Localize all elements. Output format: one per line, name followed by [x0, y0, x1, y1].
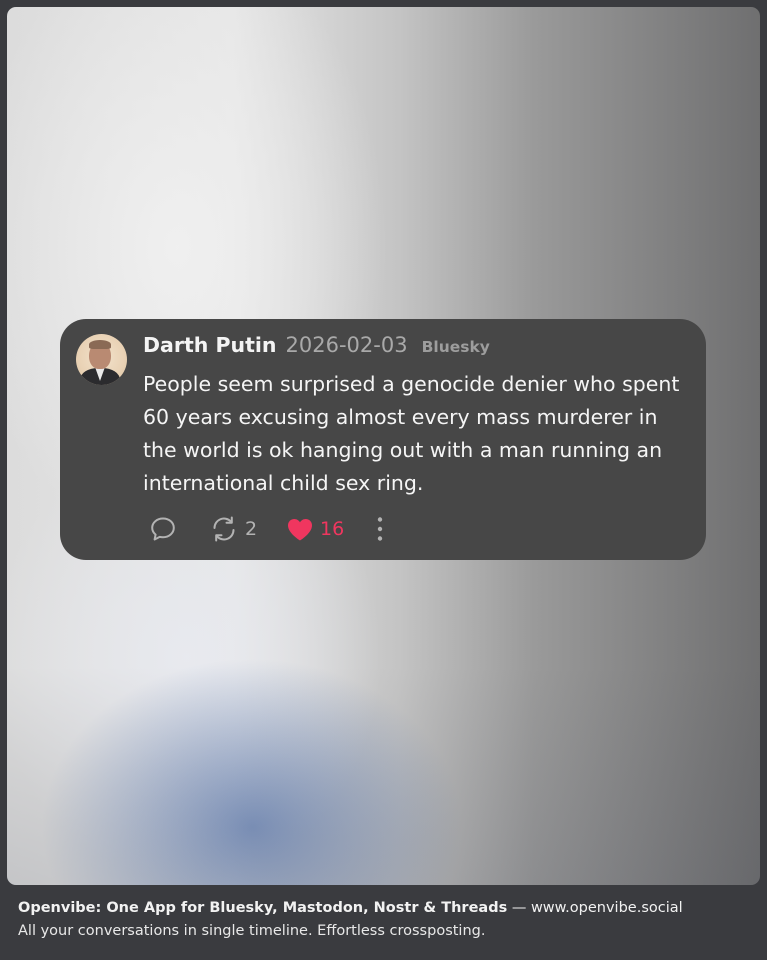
footer-tagline: All your conversations in single timelin… [18, 923, 486, 939]
post-header: Darth Putin 2026-02-03 Bluesky [143, 333, 490, 357]
repost-button[interactable]: 2 [208, 512, 257, 546]
footer-separator: — [507, 900, 531, 916]
footer-url-link[interactable]: www.openvibe.social [531, 900, 683, 916]
heart-icon [285, 514, 315, 544]
post-text: People seem surprised a genocide denier … [143, 372, 680, 495]
more-vertical-icon [376, 514, 384, 544]
avatar[interactable] [76, 334, 127, 385]
promo-footer: Openvibe: One App for Bluesky, Mastodon,… [18, 896, 758, 942]
like-count: 16 [320, 518, 345, 540]
repost-count: 2 [245, 518, 258, 540]
author-name[interactable]: Darth Putin [143, 333, 277, 357]
post-date: 2026-02-03 [285, 333, 408, 357]
source-badge: Bluesky [421, 338, 490, 356]
like-button[interactable]: 16 [285, 512, 344, 546]
footer-brand: Openvibe: One App for Bluesky, Mastodon,… [18, 900, 508, 916]
repost-arrows-icon [208, 513, 240, 545]
post-card[interactable]: Darth Putin 2026-02-03 Bluesky People se… [60, 319, 706, 560]
comment-bubble-icon [148, 514, 178, 544]
reply-button[interactable] [148, 512, 178, 546]
more-button[interactable] [376, 512, 384, 546]
